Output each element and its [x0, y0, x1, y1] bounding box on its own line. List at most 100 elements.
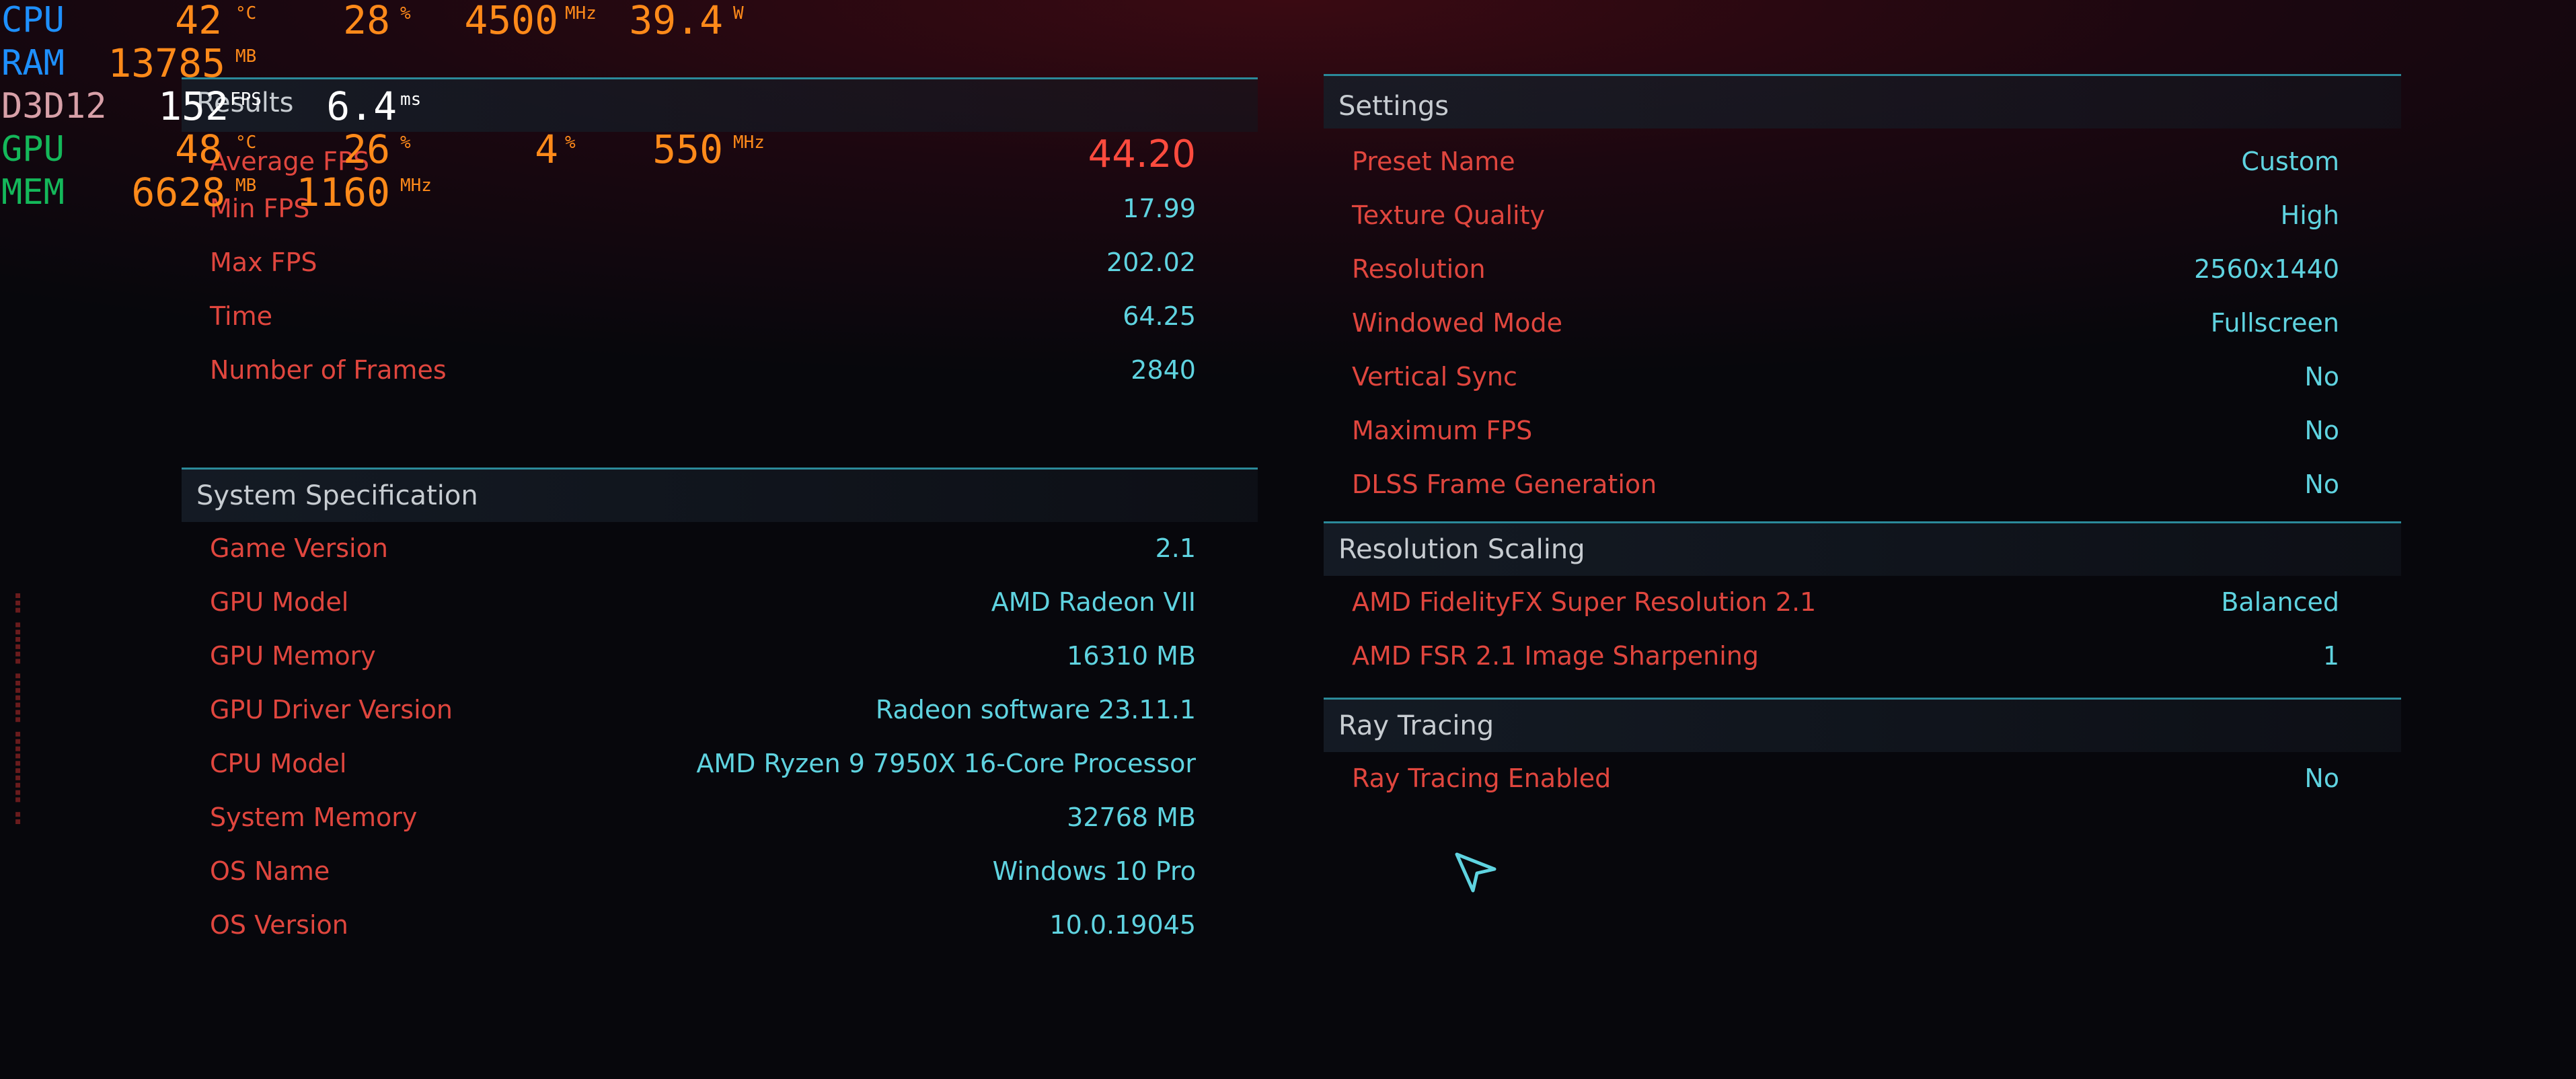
ray-tracing-title: Ray Tracing — [1338, 710, 1494, 741]
spec-label: Game Version — [210, 533, 388, 563]
spec-label: CPU Model — [210, 749, 347, 778]
system-spec-title: System Specification — [196, 480, 478, 511]
spec-row-os-name: OS Name Windows 10 Pro — [182, 848, 1258, 895]
setting-value: No — [2304, 470, 2339, 499]
settings-header: Settings — [1324, 76, 2401, 128]
spec-label: OS Version — [210, 910, 348, 940]
osd-ram-unit: MB — [235, 46, 257, 67]
spec-value: 16310 MB — [1067, 641, 1196, 671]
osd-d3d-frametime: 6.4 — [326, 83, 397, 129]
setting-value: Fullscreen — [2210, 308, 2339, 338]
ray-tracing-row-enabled: Ray Tracing Enabled No — [1324, 755, 2401, 802]
osd-cpu-clock: 4500 — [464, 0, 558, 43]
spec-value: AMD Ryzen 9 7950X 16-Core Processor — [696, 749, 1196, 778]
result-label: Max FPS — [210, 248, 317, 277]
setting-label: Preset Name — [1352, 147, 1515, 176]
osd-gpu-val3: 4 — [535, 126, 558, 172]
scaling-value: 1 — [2322, 641, 2339, 671]
scaling-label: AMD FidelityFX Super Resolution 2.1 — [1352, 587, 1817, 617]
osd-cpu-load-unit: % — [400, 3, 411, 24]
result-label: Number of Frames — [210, 355, 447, 385]
result-value: 64.25 — [1123, 301, 1196, 331]
setting-label: Vertical Sync — [1352, 362, 1517, 392]
scaling-value: Balanced — [2221, 587, 2339, 617]
osd-gpu-clock-unit: MHz — [733, 133, 765, 153]
result-label: Time — [210, 301, 272, 331]
result-row-time: Time 64.25 — [182, 293, 1258, 340]
osd-gpu-load-unit: % — [400, 133, 411, 153]
spec-label: System Memory — [210, 803, 418, 832]
osd-cpu-power: 39.4 — [629, 0, 723, 43]
osd-cpu-clock-unit: MHz — [565, 3, 597, 24]
setting-value: No — [2304, 416, 2339, 445]
scaling-row-fsr: AMD FidelityFX Super Resolution 2.1 Bala… — [1324, 579, 2401, 626]
osd-gpu-temp: 48 — [175, 126, 222, 172]
spec-row-gpu-model: GPU Model AMD Radeon VII — [182, 579, 1258, 626]
setting-row-preset-name: Preset Name Custom — [1324, 138, 2401, 185]
spec-label: GPU Model — [210, 587, 349, 617]
spec-label: GPU Driver Version — [210, 695, 453, 724]
scaling-row-sharpening: AMD FSR 2.1 Image Sharpening 1 — [1324, 632, 2401, 679]
osd-mem-label: MEM — [1, 172, 65, 213]
spec-value: 32768 MB — [1067, 803, 1196, 832]
settings-title: Settings — [1338, 91, 1449, 122]
result-value: 17.99 — [1123, 194, 1196, 223]
osd-ram-value: 13785 — [108, 40, 225, 86]
setting-value: 2560x1440 — [2194, 254, 2339, 284]
setting-value: Custom — [2241, 147, 2339, 176]
resolution-scaling-panel: Resolution Scaling AMD FidelityFX Super … — [1324, 521, 2401, 696]
setting-label: Resolution — [1352, 254, 1486, 284]
setting-row-texture-quality: Texture Quality High — [1324, 192, 2401, 239]
ray-tracing-label: Ray Tracing Enabled — [1352, 764, 1612, 793]
system-spec-panel: System Specification Game Version 2.1 GP… — [182, 468, 1258, 952]
result-value: 44.20 — [1088, 133, 1196, 176]
spec-row-game-version: Game Version 2.1 — [182, 525, 1258, 572]
setting-label: DLSS Frame Generation — [1352, 470, 1657, 499]
result-value: 2840 — [1131, 355, 1196, 385]
osd-cpu-power-unit: W — [733, 3, 744, 24]
system-spec-header: System Specification — [182, 470, 1258, 522]
ray-tracing-header: Ray Tracing — [1324, 700, 2401, 752]
spec-value: Radeon software 23.11.1 — [875, 695, 1196, 724]
spec-row-cpu-model: CPU Model AMD Ryzen 9 7950X 16-Core Proc… — [182, 740, 1258, 787]
spec-label: OS Name — [210, 856, 330, 886]
performance-overlay: CPU 42 °C 28 % 4500 MHz 39.4 W RAM 13785… — [0, 0, 807, 222]
spec-value: Windows 10 Pro — [992, 856, 1196, 886]
osd-d3d-label: D3D12 — [1, 86, 107, 126]
osd-gpu-temp-unit: °C — [235, 133, 257, 153]
osd-ram-label: RAM — [1, 43, 65, 83]
spec-row-gpu-driver: GPU Driver Version Radeon software 23.11… — [182, 686, 1258, 733]
spec-value: 10.0.19045 — [1049, 910, 1196, 940]
osd-gpu-clock: 550 — [652, 126, 723, 172]
resolution-scaling-title: Resolution Scaling — [1338, 534, 1585, 565]
osd-cpu-temp-unit: °C — [235, 3, 257, 24]
spec-value: AMD Radeon VII — [991, 587, 1196, 617]
ray-tracing-panel: Ray Tracing Ray Tracing Enabled No — [1324, 698, 2401, 819]
osd-d3d-fps: 152 — [158, 83, 229, 129]
side-decor-text: ▪▪▪ ▪▪▪▪▪▪ ▪▪▪▪▪▪▪ ▪▪▪▪▪▪▪▪▪▪ ▪▪ — [11, 592, 26, 825]
resolution-scaling-header: Resolution Scaling — [1324, 523, 2401, 576]
ray-tracing-value: No — [2304, 764, 2339, 793]
result-value: 202.02 — [1106, 248, 1196, 277]
osd-d3d-frametime-unit: ms — [400, 89, 422, 110]
osd-mem-clock-unit: MHz — [400, 176, 432, 196]
setting-label: Windowed Mode — [1352, 308, 1562, 338]
osd-cpu-temp: 42 — [175, 0, 222, 43]
setting-row-resolution: Resolution 2560x1440 — [1324, 246, 2401, 293]
setting-row-maximum-fps: Maximum FPS No — [1324, 407, 2401, 454]
result-row-max-fps: Max FPS 202.02 — [182, 239, 1258, 286]
osd-cpu-label: CPU — [1, 0, 65, 40]
setting-row-vertical-sync: Vertical Sync No — [1324, 353, 2401, 400]
result-row-number-of-frames: Number of Frames 2840 — [182, 346, 1258, 394]
setting-label: Maximum FPS — [1352, 416, 1533, 445]
scaling-label: AMD FSR 2.1 Image Sharpening — [1352, 641, 1759, 671]
settings-panel: Settings Preset Name Custom Texture Qual… — [1324, 74, 2401, 518]
spec-row-system-memory: System Memory 32768 MB — [182, 794, 1258, 841]
setting-row-dlss-frame-generation: DLSS Frame Generation No — [1324, 461, 2401, 508]
spec-row-os-version: OS Version 10.0.19045 — [182, 901, 1258, 948]
osd-mem-clock: 1160 — [296, 170, 390, 215]
osd-mem-unit: MB — [235, 176, 257, 196]
setting-label: Texture Quality — [1352, 200, 1545, 230]
setting-value: High — [2280, 200, 2339, 230]
osd-d3d-fps-unit: FPS — [230, 89, 262, 110]
